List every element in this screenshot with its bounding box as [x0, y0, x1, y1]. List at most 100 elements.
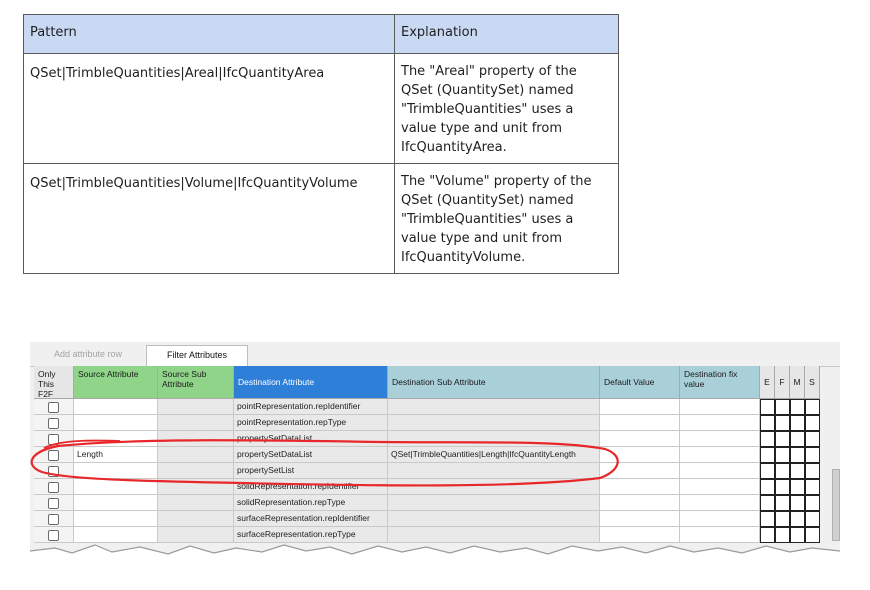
table-row[interactable]: solidRepresentation.repIdentifier — [34, 479, 834, 495]
only-this-checkbox[interactable] — [48, 434, 59, 445]
m-flag-cell[interactable] — [790, 527, 805, 543]
destination-sub-attribute-cell[interactable] — [388, 399, 600, 415]
destination-fix-value-cell[interactable] — [680, 463, 760, 479]
source-attribute-cell[interactable] — [74, 479, 158, 495]
destination-attribute-cell[interactable]: pointRepresentation.repType — [234, 415, 388, 431]
destination-sub-attribute-cell[interactable] — [388, 511, 600, 527]
s-flag-cell[interactable] — [805, 463, 820, 479]
destination-fix-value-cell[interactable] — [680, 479, 760, 495]
destination-sub-attribute-header[interactable]: Destination Sub Attribute — [388, 366, 600, 399]
default-value-cell[interactable] — [600, 479, 680, 495]
e-flag-cell[interactable] — [760, 415, 775, 431]
source-sub-attribute-cell[interactable] — [158, 479, 234, 495]
add-attribute-row-button[interactable]: Add attribute row — [38, 345, 138, 363]
only-this-f2f-header[interactable]: Only This F2F — [34, 366, 74, 399]
table-row[interactable]: pointRepresentation.repIdentifier — [34, 399, 834, 415]
source-sub-attribute-cell[interactable] — [158, 447, 234, 463]
s-flag-cell[interactable] — [805, 447, 820, 463]
source-sub-attribute-cell[interactable] — [158, 431, 234, 447]
s-flag-cell[interactable] — [805, 479, 820, 495]
s-flag-header[interactable]: S — [805, 366, 820, 399]
table-row[interactable]: surfaceRepresentation.repIdentifier — [34, 511, 834, 527]
destination-attribute-header[interactable]: Destination Attribute — [234, 366, 388, 399]
destination-sub-attribute-cell[interactable] — [388, 463, 600, 479]
only-this-checkbox[interactable] — [48, 514, 59, 525]
source-attribute-cell[interactable] — [74, 511, 158, 527]
source-sub-attribute-cell[interactable] — [158, 511, 234, 527]
destination-sub-attribute-cell[interactable]: QSet|TrimbleQuantities|Length|IfcQuantit… — [388, 447, 600, 463]
e-flag-cell[interactable] — [760, 479, 775, 495]
source-attribute-cell[interactable]: Length — [74, 447, 158, 463]
destination-attribute-cell[interactable]: solidRepresentation.repType — [234, 495, 388, 511]
default-value-cell[interactable] — [600, 495, 680, 511]
only-this-checkbox-cell[interactable] — [34, 527, 74, 543]
only-this-checkbox-cell[interactable] — [34, 463, 74, 479]
source-attribute-cell[interactable] — [74, 415, 158, 431]
table-row[interactable]: Length propertySetDataList QSet|TrimbleQua… — [34, 447, 834, 463]
e-flag-cell[interactable] — [760, 511, 775, 527]
f-flag-cell[interactable] — [775, 527, 790, 543]
e-flag-cell[interactable] — [760, 447, 775, 463]
f-flag-cell[interactable] — [775, 431, 790, 447]
destination-sub-attribute-cell[interactable] — [388, 415, 600, 431]
s-flag-cell[interactable] — [805, 511, 820, 527]
filter-attributes-tab[interactable]: Filter Attributes — [146, 345, 248, 366]
source-attribute-cell[interactable] — [74, 495, 158, 511]
f-flag-header[interactable]: F — [775, 366, 790, 399]
default-value-header[interactable]: Default Value — [600, 366, 680, 399]
destination-sub-attribute-cell[interactable] — [388, 431, 600, 447]
only-this-checkbox-cell[interactable] — [34, 431, 74, 447]
e-flag-header[interactable]: E — [760, 366, 775, 399]
only-this-checkbox-cell[interactable] — [34, 415, 74, 431]
destination-attribute-cell[interactable]: surfaceRepresentation.repIdentifier — [234, 511, 388, 527]
source-attribute-header[interactable]: Source Attribute — [74, 366, 158, 399]
destination-fix-value-cell[interactable] — [680, 527, 760, 543]
table-row[interactable]: propertySetList — [34, 463, 834, 479]
only-this-checkbox[interactable] — [48, 450, 59, 461]
destination-fix-value-cell[interactable] — [680, 431, 760, 447]
destination-fix-value-cell[interactable] — [680, 495, 760, 511]
f-flag-cell[interactable] — [775, 479, 790, 495]
destination-attribute-cell[interactable]: pointRepresentation.repIdentifier — [234, 399, 388, 415]
only-this-checkbox-cell[interactable] — [34, 447, 74, 463]
table-row[interactable]: surfaceRepresentation.repType — [34, 527, 834, 543]
destination-attribute-cell[interactable]: surfaceRepresentation.repType — [234, 527, 388, 543]
m-flag-cell[interactable] — [790, 399, 805, 415]
source-sub-attribute-cell[interactable] — [158, 399, 234, 415]
f-flag-cell[interactable] — [775, 447, 790, 463]
source-attribute-cell[interactable] — [74, 527, 158, 543]
only-this-checkbox[interactable] — [48, 466, 59, 477]
s-flag-cell[interactable] — [805, 495, 820, 511]
source-sub-attribute-cell[interactable] — [158, 463, 234, 479]
table-row[interactable]: solidRepresentation.repType — [34, 495, 834, 511]
f-flag-cell[interactable] — [775, 495, 790, 511]
table-row[interactable]: pointRepresentation.repType — [34, 415, 834, 431]
s-flag-cell[interactable] — [805, 431, 820, 447]
s-flag-cell[interactable] — [805, 527, 820, 543]
s-flag-cell[interactable] — [805, 399, 820, 415]
m-flag-cell[interactable] — [790, 511, 805, 527]
default-value-cell[interactable] — [600, 431, 680, 447]
default-value-cell[interactable] — [600, 511, 680, 527]
only-this-checkbox[interactable] — [48, 418, 59, 429]
m-flag-header[interactable]: M — [790, 366, 805, 399]
only-this-checkbox[interactable] — [48, 498, 59, 509]
table-row[interactable]: propertySetDataList — [34, 431, 834, 447]
destination-fix-value-cell[interactable] — [680, 399, 760, 415]
only-this-checkbox-cell[interactable] — [34, 399, 74, 415]
destination-attribute-cell[interactable]: propertySetDataList — [234, 447, 388, 463]
destination-attribute-cell[interactable]: propertySetList — [234, 463, 388, 479]
source-sub-attribute-cell[interactable] — [158, 415, 234, 431]
m-flag-cell[interactable] — [790, 463, 805, 479]
destination-attribute-cell[interactable]: propertySetDataList — [234, 431, 388, 447]
e-flag-cell[interactable] — [760, 463, 775, 479]
only-this-checkbox[interactable] — [48, 402, 59, 413]
m-flag-cell[interactable] — [790, 495, 805, 511]
s-flag-cell[interactable] — [805, 415, 820, 431]
destination-sub-attribute-cell[interactable] — [388, 479, 600, 495]
e-flag-cell[interactable] — [760, 527, 775, 543]
destination-fix-value-cell[interactable] — [680, 447, 760, 463]
m-flag-cell[interactable] — [790, 447, 805, 463]
source-attribute-cell[interactable] — [74, 399, 158, 415]
default-value-cell[interactable] — [600, 527, 680, 543]
